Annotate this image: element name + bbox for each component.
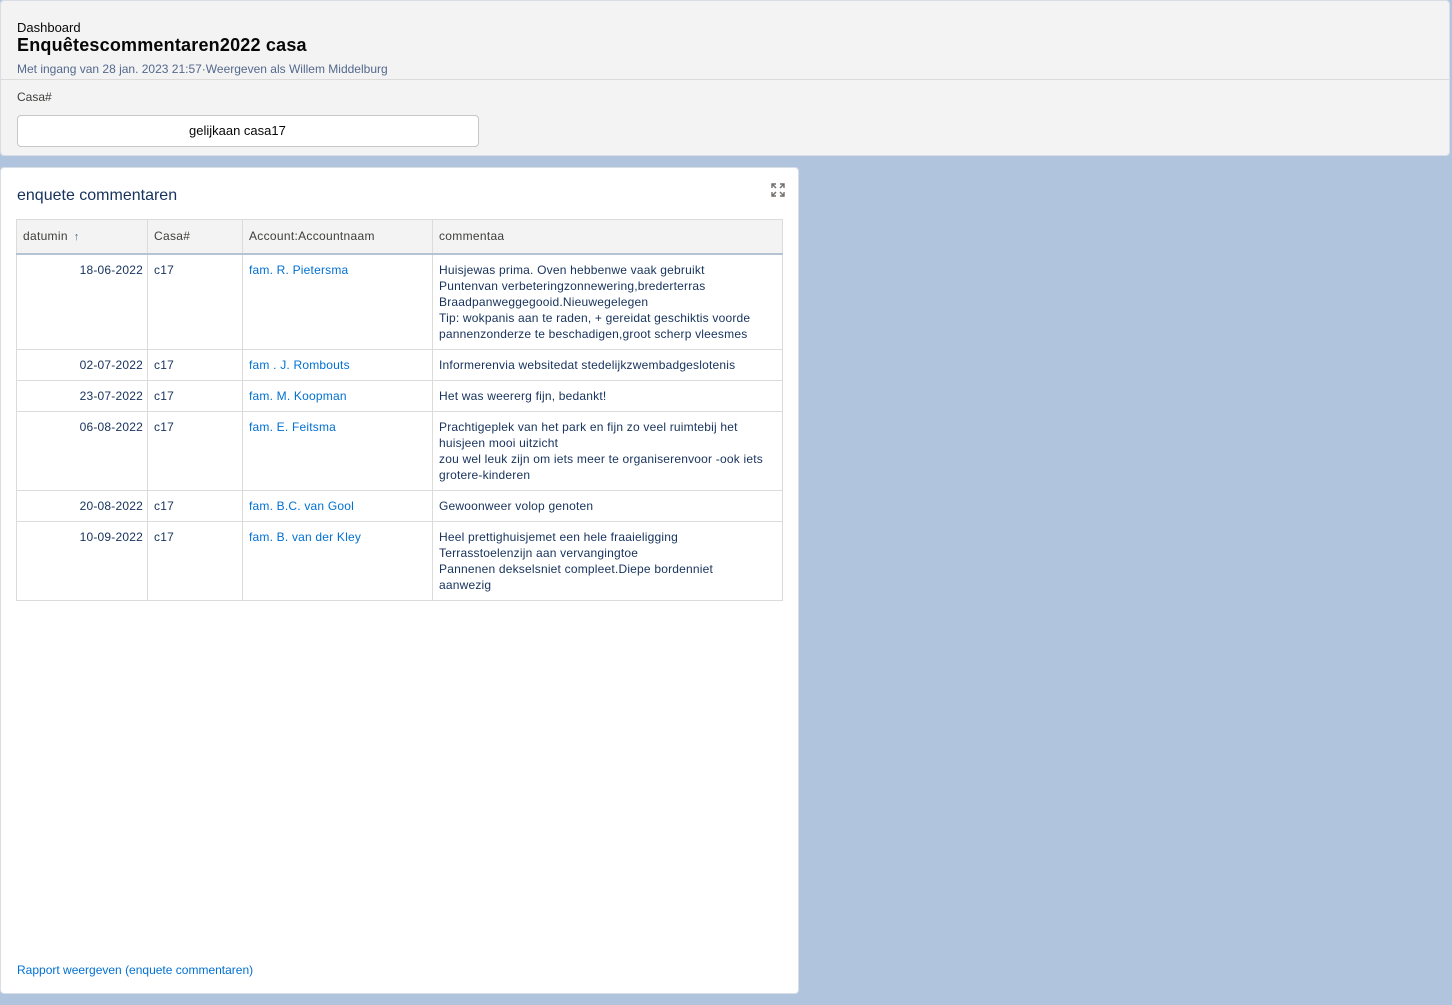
table-row: 23-07-2022 c17 fam. M. Koopman Het was weer… [16,379,783,412]
card-title: enquete commentaren [17,187,178,204]
cell-account: fam. R. Pietersma [242,253,433,350]
column-header-casa[interactable]: Casa# [147,219,243,255]
comment-line: Heel prettighuisjemet een hele fraaielig… [439,529,678,544]
column-header-commentaar[interactable]: commentaa [432,219,783,255]
cell-account: fam. M. Koopman [242,379,433,412]
dashboard-subtitle: Met ingang van 28 jan. 2023 21:57·Weerge… [17,62,388,76]
header-divider [1,79,1449,80]
view-report-link[interactable]: Rapport weergeven (enquete commentaren) [17,963,253,977]
column-header-account[interactable]: Account:Accountnaam [242,219,433,255]
cell-account: fam. E. Feitsma [242,410,433,491]
cell-account: fam . J. Rombouts [242,348,433,381]
account-link[interactable]: fam . J. Rombouts [249,358,350,372]
enquete-commentaren-card: enquete commentaren datumin ↑ Casa# Acco… [0,167,799,994]
cell-comment: Het was weererg fijn, bedankt! [432,379,783,412]
table-row: 06-08-2022 c17 fam. E. Feitsma Prachtigeple… [16,410,783,491]
comment-line: Het was weererg fijn, bedankt! [439,388,607,403]
comment-line: Terrasstoelenzijn aan vervangingtoe [439,545,639,560]
comments-table: datumin ↑ Casa# Account:Accountnaam comme… [16,219,783,601]
cell-casa: c17 [147,489,243,522]
casa-filter[interactable]: gelijkaan casa17 [17,115,479,147]
cell-date: 10-09-2022 [16,520,148,601]
comment-line: Prachtigeplek van het park en fijn zo ve… [439,419,738,434]
cell-casa: c17 [147,520,243,601]
cell-casa: c17 [147,410,243,491]
comment-line: aanwezig [439,577,492,592]
cell-comment: Informerenvia websitedat stedelijkzwemba… [432,348,783,381]
cell-casa: c17 [147,379,243,412]
table-row: 20-08-2022 c17 fam. B.C. van Gool Gewoonwee… [16,489,783,522]
cell-date: 20-08-2022 [16,489,148,522]
cell-date: 18-06-2022 [16,253,148,350]
dashboard-eyebrow: Dashboard [17,20,81,35]
cell-date: 02-07-2022 [16,348,148,381]
account-link[interactable]: fam. M. Koopman [249,389,347,403]
comment-line: grotere-kinderen [439,467,531,482]
expand-icon[interactable] [770,182,786,198]
cell-account: fam. B.C. van Gool [242,489,433,522]
comment-line: huisjeen mooi uitzicht [439,435,559,450]
comment-line: Huisjewas prima. Oven hebbenwe vaak gebr… [439,262,705,277]
comment-line: Informerenvia websitedat stedelijkzwemba… [439,357,736,372]
table-header-row: datumin ↑ Casa# Account:Accountnaam comme… [16,219,783,255]
account-link[interactable]: fam. B. van der Kley [249,530,361,544]
cell-date: 06-08-2022 [16,410,148,491]
account-link[interactable]: fam. E. Feitsma [249,420,336,434]
comment-line: pannenzonderze te beschadigen,groot sche… [439,326,748,341]
account-link[interactable]: fam. R. Pietersma [249,263,348,277]
cell-date: 23-07-2022 [16,379,148,412]
comment-line: Braadpanweggegooid.Nieuwegelegen [439,294,649,309]
table-row: 18-06-2022 c17 fam. R. Pietersma Huisjewas … [16,253,783,350]
page-title: Enquêtescommentaren2022 casa [17,35,307,55]
column-header-datumin[interactable]: datumin ↑ [16,219,148,255]
cell-comment: Heel prettighuisjemet een hele fraaielig… [432,520,783,601]
comment-line: Gewoonweer volop genoten [439,498,594,513]
comment-line: zou wel leuk zijn om iets meer te organi… [439,451,763,466]
comment-line: Pannenen dekselsniet compleet.Diepe bord… [439,561,714,576]
dashboard-header: Dashboard Enquêtescommentaren2022 casa M… [0,0,1450,156]
cell-comment: Huisjewas prima. Oven hebbenwe vaak gebr… [432,253,783,350]
comment-line: Puntenvan verbeteringzonnewering,bredert… [439,278,706,293]
cell-casa: c17 [147,253,243,350]
cell-account: fam. B. van der Kley [242,520,433,601]
cell-comment: Prachtigeplek van het park en fijn zo ve… [432,410,783,491]
comment-line: Tip: wokpanis aan te raden, + gereidat g… [439,310,751,325]
table-row: 10-09-2022 c17 fam. B. van der Kley Heel pr… [16,520,783,601]
filter-label: Casa# [17,90,52,104]
cell-comment: Gewoonweer volop genoten [432,489,783,522]
account-link[interactable]: fam. B.C. van Gool [249,499,354,513]
cell-casa: c17 [147,348,243,381]
table-row: 02-07-2022 c17 fam . J. Rombouts Informeren… [16,348,783,381]
sort-ascending-icon: ↑ [73,231,80,244]
